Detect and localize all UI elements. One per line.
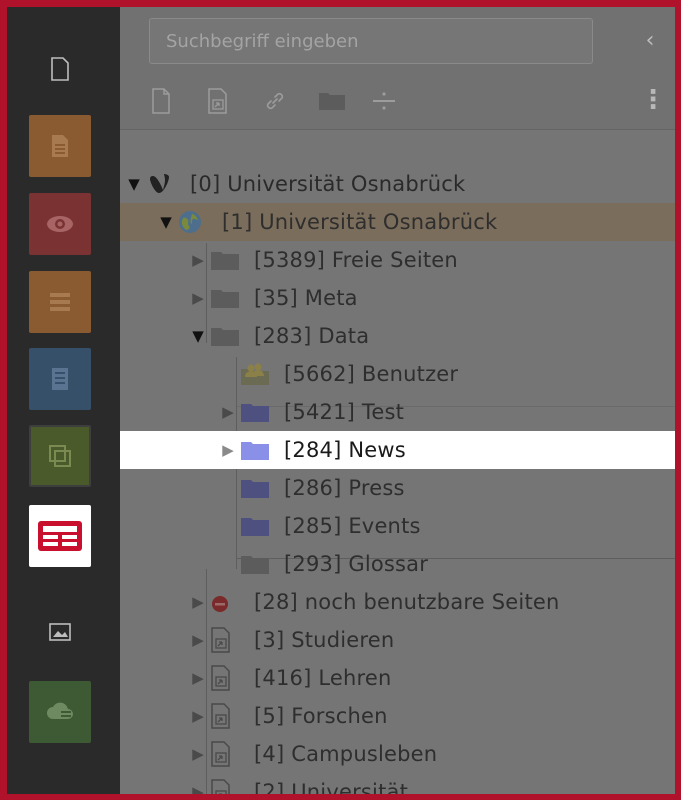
page-shortcut-icon <box>210 703 244 729</box>
collapsed-toggle[interactable]: ▶ <box>190 289 206 307</box>
app-frame: ‹ ⋮ ▼ <box>7 7 675 794</box>
tree-item[interactable]: ▶ [3] Studieren <box>120 621 675 659</box>
folder-icon <box>240 551 274 577</box>
tree-item-label: [35] Meta <box>254 286 358 310</box>
expand-toggle[interactable]: ▼ <box>158 213 174 231</box>
tree-item-label: [5389] Freie Seiten <box>254 248 458 272</box>
tree-item-label: [5] Forschen <box>254 704 388 728</box>
collapsed-toggle[interactable]: ▶ <box>190 745 206 763</box>
workspace-icon[interactable] <box>29 425 91 487</box>
page-tree-panel: ‹ ⋮ ▼ <box>120 7 675 794</box>
list-icon[interactable] <box>29 271 91 333</box>
cloud-icon[interactable] <box>29 681 91 743</box>
tree-item-label: [286] Press <box>284 476 405 500</box>
filelist-icon[interactable] <box>29 601 91 663</box>
new-page-icon[interactable] <box>143 83 179 119</box>
globe-icon <box>178 209 212 235</box>
tree-item-label: [3] Studieren <box>254 628 395 652</box>
page-module-icon[interactable] <box>29 38 91 100</box>
typo3-logo-icon <box>146 171 180 197</box>
tree-item[interactable]: ▼ [283] Data <box>120 317 675 355</box>
tree-item-label: [1] Universität Osnabrück <box>222 210 498 234</box>
tree-item[interactable]: ▶ [2] Universität <box>120 773 675 794</box>
info-icon[interactable] <box>29 348 91 410</box>
page-shortcut-icon <box>210 665 244 691</box>
tree-item-site[interactable]: ▼ [1] Universität Osnabrück <box>120 203 675 241</box>
tree-item-label: [5421] Test <box>284 400 405 424</box>
tree-item[interactable]: ▶ [28] noch benutzbare Seiten <box>120 583 675 621</box>
collapsed-toggle[interactable]: ▶ <box>190 593 206 611</box>
module-sidebar <box>7 7 120 794</box>
view-icon[interactable] <box>29 193 91 255</box>
tree-item[interactable]: [285] Events <box>120 507 675 545</box>
page-shortcut-icon <box>210 627 244 653</box>
collapsed-toggle[interactable]: ▶ <box>190 707 206 725</box>
tree-item[interactable]: [5662] Benutzer <box>120 355 675 393</box>
expand-toggle[interactable]: ▼ <box>126 175 142 193</box>
collapsed-toggle[interactable]: ▶ <box>190 783 206 794</box>
tree-item-label: [293] Glossar <box>284 552 429 576</box>
folder-blue-icon <box>240 513 274 539</box>
page-shortcut-icon <box>210 741 244 767</box>
tree-item[interactable]: ▶ [4] Campusleben <box>120 735 675 773</box>
user-folder-icon <box>240 361 274 387</box>
tree-item[interactable]: ▶ [35] Meta <box>120 279 675 317</box>
tree-item-label: [2] Universität <box>254 780 409 794</box>
divider-icon[interactable] <box>366 83 402 119</box>
tree-item-label: [284] News <box>284 438 406 462</box>
link-icon[interactable] <box>257 83 293 119</box>
tree-item-label: [4] Campusleben <box>254 742 438 766</box>
collapsed-toggle[interactable]: ▶ <box>190 669 206 687</box>
more-options-button[interactable]: ⋮ <box>640 85 666 119</box>
expand-toggle[interactable]: ▼ <box>190 327 206 345</box>
search-input[interactable] <box>149 18 593 64</box>
tree-item[interactable]: [293] Glossar <box>120 545 675 583</box>
collapsed-toggle[interactable]: ▶ <box>190 251 206 269</box>
collapsed-toggle[interactable]: ▶ <box>220 403 236 421</box>
tree-item[interactable]: ▶ [5421] Test <box>120 393 675 431</box>
tree-item-label: [5662] Benutzer <box>284 362 459 386</box>
folder-icon <box>210 285 244 311</box>
tree-item[interactable]: ▶ [5] Forschen <box>120 697 675 735</box>
collapsed-toggle[interactable]: ▶ <box>190 631 206 649</box>
collapse-panel-button[interactable]: ‹ <box>640 29 660 53</box>
tree-item-selected[interactable]: ▶ [284] News <box>120 431 675 469</box>
tree-item-root[interactable]: ▼ [0] Universität Osnabrück <box>120 165 675 203</box>
folder-icon[interactable] <box>314 83 350 119</box>
folder-icon <box>210 323 244 349</box>
tree-toolbar: ‹ ⋮ <box>120 7 675 130</box>
web-page-icon[interactable] <box>29 115 91 177</box>
page-shortcut-icon <box>210 779 244 794</box>
tree-item[interactable]: ▶ [416] Lehren <box>120 659 675 697</box>
tree-item[interactable]: [286] Press <box>120 469 675 507</box>
tree-item-label: [283] Data <box>254 324 370 348</box>
tree-item-label: [28] noch benutzbare Seiten <box>254 590 560 614</box>
collapsed-toggle[interactable]: ▶ <box>220 441 236 459</box>
folder-blue-icon <box>240 399 274 425</box>
hidden-page-icon <box>210 589 244 615</box>
folder-blue-icon <box>240 437 274 463</box>
tree-item[interactable]: ▶ [5389] Freie Seiten <box>120 241 675 279</box>
folder-blue-icon <box>240 475 274 501</box>
page-shortcut-icon[interactable] <box>200 83 236 119</box>
news-module-icon[interactable] <box>29 505 91 567</box>
folder-icon <box>210 247 244 273</box>
tree-item-label: [0] Universität Osnabrück <box>190 172 466 196</box>
tree-item-label: [416] Lehren <box>254 666 392 690</box>
tree-item-label: [285] Events <box>284 514 421 538</box>
